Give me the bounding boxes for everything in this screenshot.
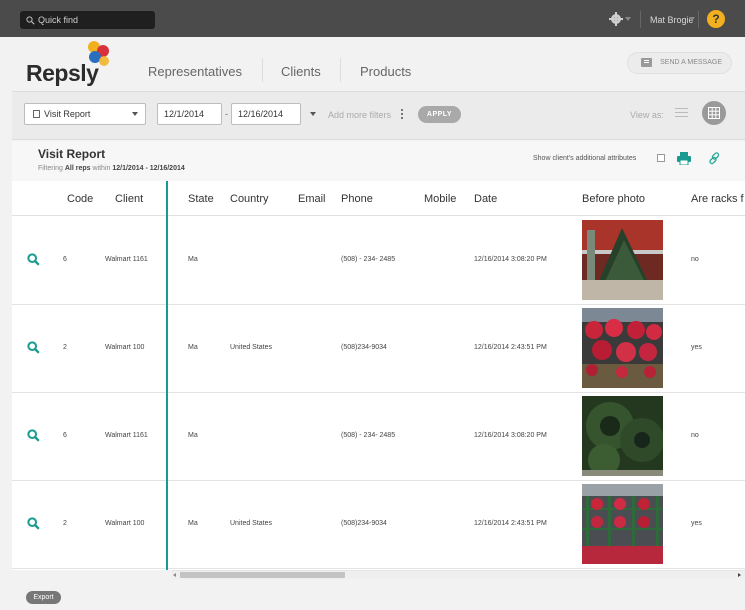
table-row[interactable]: 2 Walmart 100 Ma United States (508)234-…: [12, 481, 745, 569]
cell-client: Walmart 100: [105, 520, 145, 527]
search-icon: [26, 16, 35, 25]
divider: [340, 58, 341, 82]
divider: [640, 11, 641, 28]
date-to-field[interactable]: 12/16/2014: [231, 103, 301, 125]
cell-state: Ma: [188, 432, 198, 439]
table-header: Code Client State Country Email Phone Mo…: [12, 181, 745, 216]
cell-date: 12/16/2014 3:08:20 PM: [474, 256, 547, 263]
column-header-phone[interactable]: Phone: [341, 193, 373, 205]
date-separator: -: [225, 109, 228, 119]
table-row[interactable]: 2 Walmart 100 Ma United States (508)234-…: [12, 305, 745, 393]
column-header-are-racks[interactable]: Are racks f: [691, 193, 744, 205]
view-details-search-icon[interactable]: [27, 341, 40, 354]
cell-racks: no: [691, 432, 699, 439]
cell-date: 12/16/2014 2:43:51 PM: [474, 520, 547, 527]
column-header-date[interactable]: Date: [474, 193, 497, 205]
table-row[interactable]: 6 Walmart 1161 Ma (508) - 234- 2485 12/1…: [12, 393, 745, 481]
user-menu[interactable]: Mat Brogie: [650, 15, 694, 25]
top-bar: Quick find Mat Brogie ?: [0, 0, 745, 37]
column-header-state[interactable]: State: [188, 193, 214, 205]
grid-view-button[interactable]: [702, 101, 726, 125]
cell-code: 2: [63, 344, 67, 351]
cell-date: 12/16/2014 3:08:20 PM: [474, 432, 547, 439]
view-as-label: View as:: [630, 110, 664, 120]
wreath-photo[interactable]: [582, 396, 663, 476]
add-more-filters-link[interactable]: Add more filters: [328, 110, 391, 120]
cell-state: Ma: [188, 256, 198, 263]
nav-representatives[interactable]: Representatives: [148, 64, 242, 79]
report-filter-summary: Filtering All reps within 12/1/2014 - 12…: [38, 165, 185, 172]
column-header-country[interactable]: Country: [230, 193, 269, 205]
cell-client: Walmart 100: [105, 344, 145, 351]
view-details-search-icon[interactable]: [27, 517, 40, 530]
repsly-logo[interactable]: Repsly: [26, 60, 99, 87]
view-details-search-icon[interactable]: [27, 429, 40, 442]
table-row[interactable]: 6 Walmart 1161 Ma (508) - 234- 2485 12/1…: [12, 217, 745, 305]
cell-date: 12/16/2014 2:43:51 PM: [474, 344, 547, 351]
cell-code: 6: [63, 432, 67, 439]
cell-phone: (508)234-9034: [341, 520, 387, 527]
cell-racks: no: [691, 256, 699, 263]
column-header-client[interactable]: Client: [115, 193, 143, 205]
more-options-icon[interactable]: [401, 109, 403, 119]
cell-phone: (508) - 234- 2485: [341, 256, 396, 263]
list-view-icon[interactable]: [675, 108, 688, 118]
scroll-right-icon[interactable]: [738, 573, 741, 577]
show-attributes-label: Show client's additional attributes: [533, 155, 637, 162]
view-details-search-icon[interactable]: [27, 253, 40, 266]
report-table: Code Client State Country Email Phone Mo…: [12, 181, 745, 570]
message-icon: [641, 58, 652, 67]
apply-button[interactable]: APPLY: [418, 106, 461, 123]
poinsettia-photo[interactable]: [582, 308, 663, 388]
horizontal-scrollbar[interactable]: [172, 570, 745, 579]
nav-clients[interactable]: Clients: [281, 64, 321, 79]
link-icon[interactable]: [708, 152, 721, 165]
cell-phone: (508) - 234- 2485: [341, 432, 396, 439]
scrollbar-thumb[interactable]: [180, 572, 345, 578]
poinsettia-racks-photo[interactable]: [582, 484, 663, 564]
settings-chevron-down-icon[interactable]: [625, 17, 631, 21]
send-message-label: SEND A MESSAGE: [660, 59, 722, 66]
export-button[interactable]: Export: [26, 591, 61, 604]
cell-code: 2: [63, 520, 67, 527]
cell-country: United States: [230, 520, 273, 527]
date-range-chevron-down-icon[interactable]: [310, 112, 316, 116]
divider: [262, 58, 263, 82]
column-header-code[interactable]: Code: [67, 193, 93, 205]
cell-client: Walmart 1161: [105, 432, 148, 439]
quick-find-placeholder: Quick find: [38, 15, 79, 25]
column-header-email[interactable]: Email: [298, 193, 326, 205]
report-title: Visit Report: [38, 147, 106, 161]
grid-icon: [708, 107, 720, 119]
scroll-left-icon[interactable]: [173, 573, 176, 577]
cell-country: United States: [230, 344, 273, 351]
nav-products[interactable]: Products: [360, 64, 411, 79]
document-icon: [33, 110, 40, 118]
cell-racks: yes: [691, 344, 702, 351]
divider: [698, 11, 699, 28]
cell-client: Walmart 1161: [105, 256, 148, 263]
cell-state: Ma: [188, 344, 198, 351]
quick-find-input[interactable]: Quick find: [20, 11, 155, 29]
send-message-button[interactable]: SEND A MESSAGE: [627, 52, 732, 74]
date-from-field[interactable]: 12/1/2014: [157, 103, 222, 125]
print-icon[interactable]: [677, 152, 691, 165]
frozen-column-divider[interactable]: [166, 181, 168, 570]
cell-code: 6: [63, 256, 67, 263]
help-button[interactable]: ?: [707, 10, 725, 28]
user-chevron-down-icon[interactable]: [689, 17, 695, 21]
christmas-tree-photo[interactable]: [582, 220, 663, 300]
column-header-mobile[interactable]: Mobile: [424, 193, 456, 205]
cell-racks: yes: [691, 520, 702, 527]
cell-state: Ma: [188, 520, 198, 527]
cell-phone: (508)234-9034: [341, 344, 387, 351]
column-header-before-photo[interactable]: Before photo: [582, 193, 645, 205]
report-type-value: Visit Report: [44, 109, 91, 119]
chevron-down-icon: [132, 112, 138, 116]
report-type-select[interactable]: Visit Report: [24, 103, 146, 125]
show-attributes-checkbox[interactable]: [657, 154, 665, 162]
